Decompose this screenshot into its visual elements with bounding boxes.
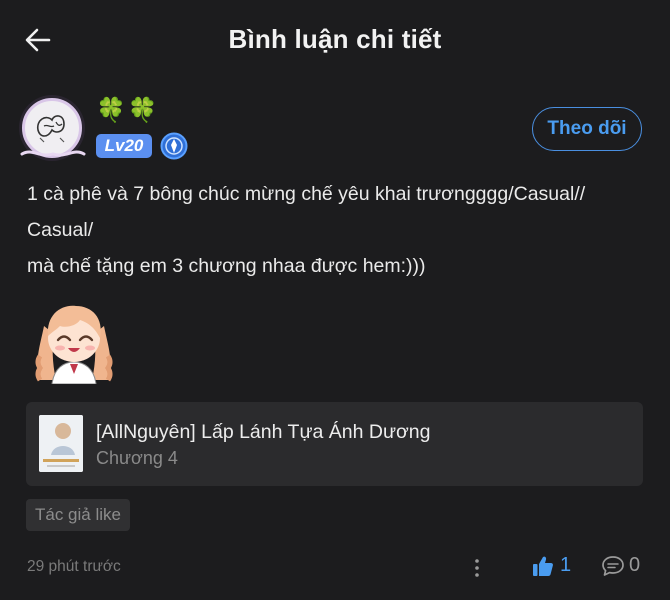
chapter-card[interactable]: [AllNguyên] Lấp Lánh Tựa Ánh Dương Chươn… xyxy=(26,402,643,486)
anime-girl-sticker xyxy=(35,305,113,384)
comment-text: 1 cà phê và 7 bông chúc mừng chế yêu kha… xyxy=(27,176,647,284)
chapter-label: Chương 4 xyxy=(96,448,178,468)
avatar-image xyxy=(36,115,65,143)
clover-icon: 🍀 xyxy=(127,97,158,124)
clover-icon: 🍀 xyxy=(96,97,126,124)
comment-line: 1 cà phê và 7 bông chúc mừng chế yêu kha… xyxy=(27,183,586,205)
like-button[interactable]: 1 xyxy=(532,554,571,577)
rank-badge-icon xyxy=(160,132,188,160)
comment-line: Casual/ xyxy=(27,219,94,241)
header-bar: Bình luận chi tiết xyxy=(0,0,670,78)
story-cover-image xyxy=(39,415,83,472)
comment-count: 0 xyxy=(629,554,641,576)
like-count: 1 xyxy=(560,554,572,576)
thumbs-up-icon xyxy=(533,556,553,576)
follow-button[interactable]: Theo dõi xyxy=(532,107,642,151)
comment-line: mà chế tặng em 3 chương nhaa được hem:))… xyxy=(27,255,426,277)
author-like-tag: Tác giả like xyxy=(26,499,130,531)
arrow-left-icon xyxy=(25,28,51,52)
more-options-button[interactable] xyxy=(466,555,488,581)
avatar-frame-wings-icon xyxy=(20,150,86,157)
back-button[interactable] xyxy=(20,22,56,58)
more-vertical-icon xyxy=(475,559,479,577)
page-title: Bình luận chi tiết xyxy=(228,23,442,54)
timestamp: 29 phút trước xyxy=(27,558,121,575)
level-badge: Lv20 xyxy=(96,134,152,158)
cover-art-icon xyxy=(39,415,83,472)
reply-button[interactable]: 0 xyxy=(601,554,640,577)
comment-bubble-icon xyxy=(602,555,624,576)
story-title: [AllNguyên] Lấp Lánh Tựa Ánh Dương xyxy=(96,421,431,443)
clover-badges: 🍀 🍀 xyxy=(96,96,158,125)
